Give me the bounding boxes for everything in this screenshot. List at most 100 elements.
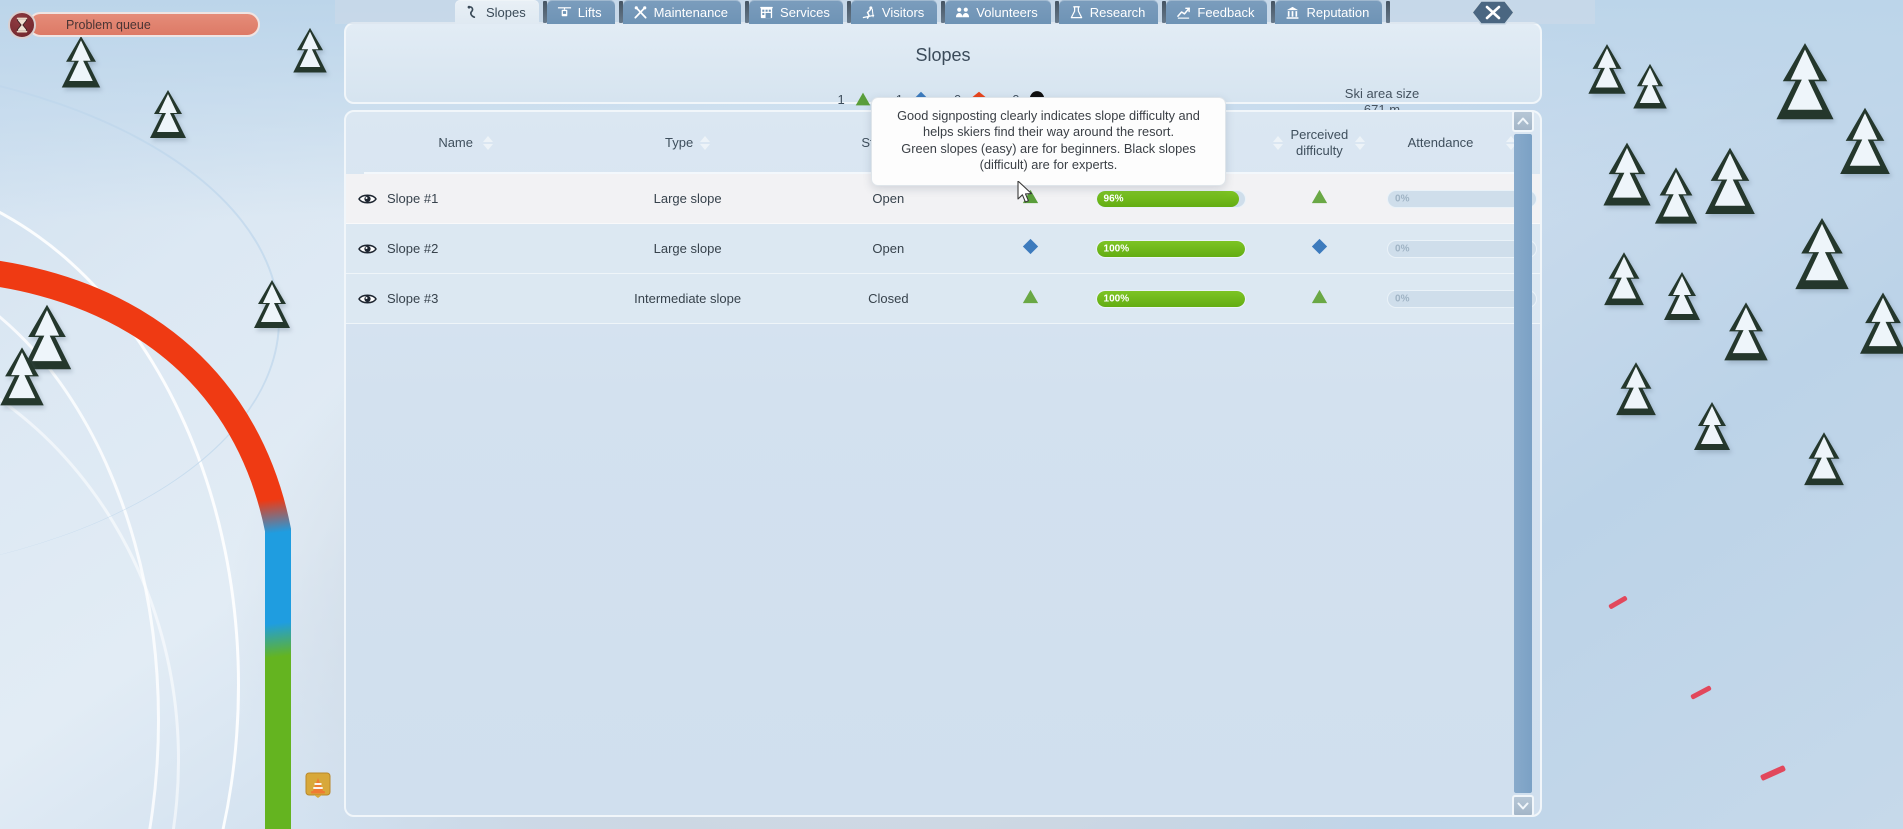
tooltip-line-1: Good signposting clearly indicates slope… — [897, 108, 1200, 123]
eye-icon[interactable] — [358, 292, 377, 306]
hourglass-icon — [8, 11, 36, 39]
tab-feedback-label: Feedback — [1197, 4, 1255, 20]
tab-slopes[interactable]: Slopes — [455, 0, 539, 24]
cell-perceived-difficulty — [1255, 236, 1384, 262]
sort-arrows-type[interactable] — [700, 136, 711, 150]
pine-tree — [1800, 430, 1848, 494]
tab-services[interactable]: Services — [749, 0, 843, 24]
slope-name: Slope #3 — [387, 291, 439, 306]
attendance-value: 0% — [1395, 193, 1410, 204]
page-title: Slopes — [915, 45, 971, 65]
building-icon — [759, 5, 774, 20]
problem-queue[interactable]: Problem queue — [8, 11, 260, 39]
column-header-type-label: Type — [665, 135, 694, 151]
signposting-value: 100% — [1103, 293, 1130, 304]
scrollbar-thumb[interactable] — [1514, 134, 1532, 793]
cell-signposting: 100% — [1086, 289, 1254, 308]
cell-signposting: 96% — [1086, 189, 1254, 208]
tab-maintenance-label: Maintenance — [653, 4, 729, 20]
cell-status: Open — [872, 241, 905, 256]
ski-area-size-label: Ski area size — [1344, 86, 1420, 101]
pine-tree — [1690, 400, 1734, 458]
green-triangle-icon — [1309, 186, 1330, 212]
column-header-attendance-label: Attendance — [1407, 135, 1474, 151]
problem-queue-bar[interactable]: Problem queue — [28, 12, 260, 37]
eye-icon[interactable] — [358, 242, 377, 256]
slope-icon — [465, 5, 480, 20]
tab-separator — [1386, 1, 1391, 23]
pine-tree — [1790, 215, 1854, 301]
table-row[interactable]: Slope #3 Intermediate slope Closed 100% — [346, 274, 1540, 324]
tooltip-line-3: Green slopes (easy) are for beginners. B… — [901, 140, 1196, 156]
tab-lifts[interactable]: Lifts — [546, 0, 615, 24]
column-header-type[interactable]: Type — [573, 135, 802, 151]
cell-type: Large slope — [653, 191, 722, 206]
green-triangle-icon — [1020, 286, 1041, 312]
cell-name[interactable]: Slope #2 — [346, 241, 573, 256]
scroll-down-button[interactable] — [1512, 795, 1534, 817]
pine-tree — [1660, 270, 1704, 328]
people-icon — [955, 5, 970, 20]
tab-research[interactable]: Research — [1058, 0, 1159, 24]
sort-arrows-perceived[interactable] — [1355, 136, 1366, 150]
column-header-perceived-difficulty[interactable]: Perceived difficulty — [1255, 127, 1384, 158]
tab-reputation[interactable]: Reputation — [1275, 0, 1383, 24]
colored-slope-track — [0, 260, 291, 829]
difficulty-count-green[interactable]: 1 — [838, 88, 874, 110]
cell-difficulty[interactable] — [975, 186, 1087, 212]
pine-tree — [1612, 360, 1660, 424]
signposting-bar: 96% — [1095, 189, 1246, 208]
pine-tree — [1720, 300, 1772, 370]
signposting-bar: 100% — [1095, 289, 1246, 308]
tab-visitors[interactable]: Visitors — [850, 0, 938, 24]
column-header-perceived-line1: Perceived — [1290, 127, 1349, 143]
column-header-name-label: Name — [438, 135, 473, 151]
piste-marker-pole — [1759, 764, 1787, 782]
cell-perceived-difficulty — [1255, 186, 1384, 212]
column-header-perceived-line2: difficulty — [1295, 143, 1343, 158]
problem-queue-label: Problem queue — [66, 17, 151, 32]
chart-up-icon — [1176, 5, 1191, 20]
blue-diamond-icon — [1309, 236, 1330, 262]
lift-icon — [557, 5, 572, 20]
cell-name[interactable]: Slope #1 — [346, 191, 573, 206]
tab-feedback[interactable]: Feedback — [1166, 0, 1268, 24]
cell-name[interactable]: Slope #3 — [346, 291, 573, 306]
table-row[interactable]: Slope #2 Large slope Open 100% 0% — [346, 224, 1540, 274]
monument-icon — [1285, 5, 1300, 20]
panel-header: Slopes 1 1 0 0 — [344, 22, 1542, 117]
cell-perceived-difficulty — [1255, 286, 1384, 312]
tab-services-label: Services — [780, 4, 830, 20]
cell-difficulty[interactable] — [975, 236, 1087, 262]
cell-status: Open — [872, 191, 905, 206]
attendance-value: 0% — [1395, 293, 1410, 304]
pine-tree — [1600, 250, 1648, 314]
tab-volunteers[interactable]: Volunteers — [945, 0, 1051, 24]
signposting-tooltip: Good signposting clearly indicates slope… — [871, 97, 1226, 186]
traffic-cone-marker[interactable] — [305, 772, 331, 802]
tab-lifts-label: Lifts — [577, 4, 602, 20]
main-tab-bar[interactable]: Slopes Lifts Maintenance Services Visito… — [0, 0, 1903, 26]
close-window-button[interactable] — [1471, 0, 1515, 25]
tooltip-line-4: (difficult) are for experts. — [979, 157, 1118, 173]
scroll-up-button[interactable] — [1512, 110, 1534, 132]
slope-name: Slope #1 — [387, 191, 439, 206]
cell-status: Closed — [868, 291, 909, 306]
tab-research-label: Research — [1089, 4, 1146, 20]
tab-visitors-label: Visitors — [881, 4, 925, 20]
slopes-table-panel: Name Type Status Difficulty Signposting — [344, 110, 1542, 817]
cell-difficulty[interactable] — [975, 286, 1087, 312]
green-triangle-icon — [1309, 286, 1330, 312]
panel-scrollbar[interactable] — [1512, 110, 1534, 817]
blue-diamond-icon — [1020, 236, 1041, 262]
signposting-value: 96% — [1103, 193, 1124, 204]
sort-arrows-name[interactable] — [483, 136, 493, 150]
cell-signposting: 100% — [1086, 239, 1254, 258]
tab-separator — [618, 1, 623, 23]
eye-icon[interactable] — [358, 192, 377, 206]
sort-arrows-perceived-left[interactable] — [1273, 136, 1284, 150]
tab-maintenance[interactable]: Maintenance — [622, 0, 742, 24]
tab-volunteers-label: Volunteers — [976, 4, 1038, 20]
column-header-name[interactable]: Name — [346, 135, 573, 151]
signposting-value: 100% — [1103, 243, 1130, 254]
